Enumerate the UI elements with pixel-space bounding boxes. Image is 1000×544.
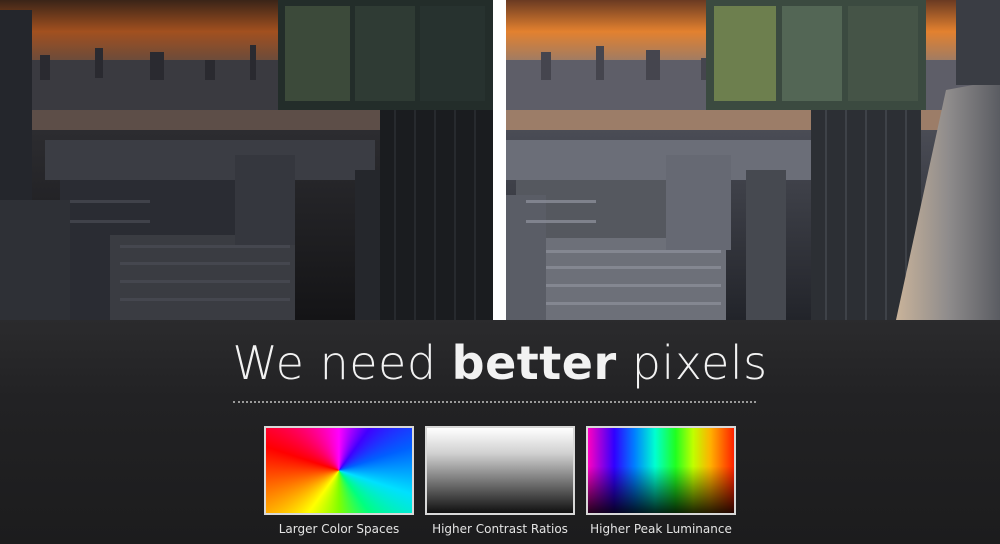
photo-hdr (506, 0, 1000, 320)
photo-comparison (0, 0, 1000, 320)
city-skyline-vivid-image (506, 0, 1000, 320)
photo-standard (0, 0, 493, 320)
color-space-label: Larger Color Spaces (278, 522, 400, 536)
headline: We need better pixels (0, 335, 1000, 391)
dotted-divider (233, 401, 756, 403)
color-space-swatch (264, 426, 414, 515)
headline-part-2: pixels (616, 336, 768, 390)
headline-part-1: We need (232, 336, 452, 390)
peak-luminance-swatch (586, 426, 736, 515)
peak-luminance-label: Higher Peak Luminance (590, 522, 732, 536)
contrast-ratio-label: Higher Contrast Ratios (432, 522, 568, 536)
city-skyline-dim-image (0, 0, 493, 320)
contrast-ratio-swatch (425, 426, 575, 515)
headline-emphasis: better (451, 336, 617, 390)
